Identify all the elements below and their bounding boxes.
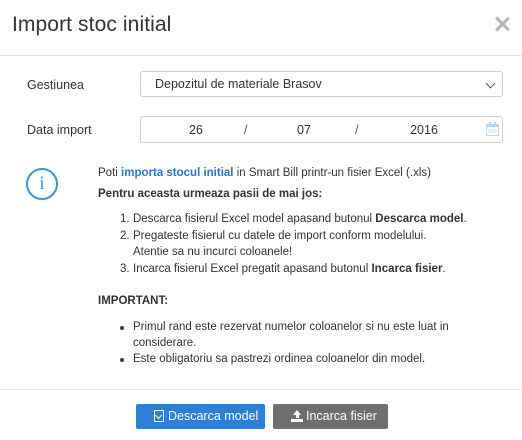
step-number: 1.	[120, 213, 130, 225]
important-text-continuation: considerare.	[133, 337, 197, 349]
date-month-input[interactable]: 07	[294, 123, 314, 137]
upload-file-button[interactable]: Incarca fisier	[273, 404, 388, 429]
upload-button-label: Incarca fisier	[306, 409, 377, 423]
step-punctuation: .	[442, 263, 446, 275]
chevron-down-icon	[485, 78, 496, 89]
footer-divider	[0, 389, 522, 390]
info-icon: i	[26, 168, 58, 200]
bullet	[120, 326, 124, 330]
gestiune-label: Gestiunea	[27, 78, 84, 92]
intro-suffix: in Smart Bill printr-un fisier Excel (.x…	[236, 167, 431, 179]
step-bold-text: Incarca fisier	[371, 263, 443, 275]
step-text: Incarca fisierul Excel pregatit apasand …	[133, 263, 369, 275]
date-label: Data import	[27, 123, 92, 137]
import-dialog: Import stoc initial Gestiunea Depozitul …	[0, 0, 522, 440]
date-import-field[interactable]: 26 / 07 / 2016	[140, 116, 503, 143]
bullet	[120, 358, 124, 362]
gestiune-selected-value: Depozitul de materiale Brasov	[155, 77, 322, 91]
intro-prefix: Poti	[98, 167, 118, 179]
gestiune-select[interactable]: Depozitul de materiale Brasov	[140, 71, 503, 97]
calendar-icon[interactable]	[486, 122, 499, 136]
dialog-title: Import stoc initial	[12, 13, 172, 36]
intro-text: Poti importa stocul initial in Smart Bil…	[98, 167, 431, 179]
upload-icon	[291, 410, 303, 422]
close-icon[interactable]	[492, 14, 512, 34]
step-number: 3.	[120, 263, 130, 275]
date-day-input[interactable]: 26	[186, 123, 206, 137]
download-model-button[interactable]: Descarca model	[136, 404, 265, 429]
important-label: IMPORTANT:	[98, 295, 169, 307]
step-number: 2.	[120, 230, 130, 242]
important-text: Primul rand este rezervat numelor coloan…	[133, 321, 449, 333]
download-button-label: Descarca model	[168, 409, 259, 423]
important-text: Este obligatoriu sa pastrezi ordinea col…	[133, 353, 426, 365]
step-text: Pregateste fisierul cu datele de import …	[133, 230, 427, 242]
file-download-icon	[154, 410, 164, 422]
steps-heading: Pentru aceasta urmeaza pasii de mai jos:	[98, 188, 323, 200]
step-punctuation: .	[463, 213, 467, 225]
import-link[interactable]: importa stocul initial	[121, 167, 233, 179]
date-separator: /	[244, 123, 248, 137]
date-separator: /	[355, 123, 359, 137]
step-text-continuation: Atentie sa nu incurci coloanele!	[133, 246, 293, 258]
step-bold-text: Descarca model	[375, 213, 464, 225]
date-year-input[interactable]: 2016	[408, 123, 440, 137]
dialog-header: Import stoc initial	[0, 0, 522, 56]
step-text: Descarca fisierul Excel model apasand bu…	[133, 213, 373, 225]
